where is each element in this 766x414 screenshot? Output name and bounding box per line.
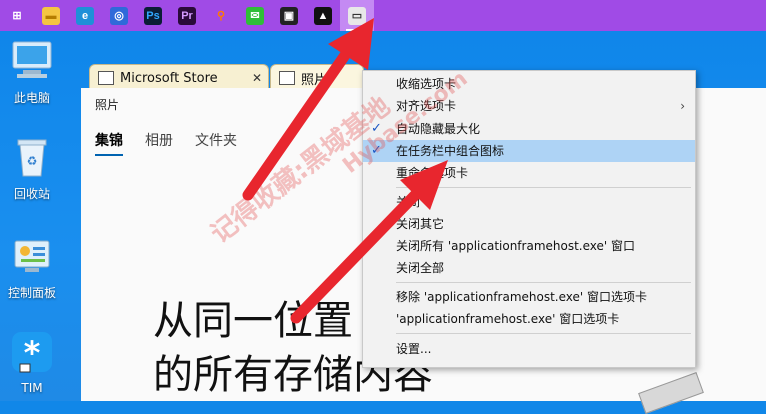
taskbar-button-8[interactable]: ✉ <box>238 0 272 31</box>
menu-item-close-others[interactable]: 关闭其它 <box>363 213 695 235</box>
menu-separator <box>396 282 691 283</box>
menu-item-label: 'applicationframehost.exe' 窗口选项卡 <box>396 312 620 326</box>
taskbar: ⊞ ▬ e ◎ Ps Pr ⚲ ✉ ▣ ▲ ▭ <box>0 0 766 31</box>
windows-start-icon: ⊞ <box>8 6 26 25</box>
app-title: 照片 <box>95 98 120 112</box>
taskbar-button-4[interactable]: ◎ <box>102 0 136 31</box>
chevron-right-icon: › <box>680 99 685 113</box>
desktop-icon-label: TIM <box>21 381 43 395</box>
app-blue-icon: ◎ <box>110 6 128 25</box>
photoshop-icon: Ps <box>144 6 162 25</box>
checkmark-icon: ✓ <box>371 143 382 158</box>
menu-item-label: 在任务栏中组合图标 <box>396 144 505 158</box>
menu-item-autohide-maximize[interactable]: ✓ 自动隐藏最大化 <box>363 118 695 140</box>
menu-item-label: 设置... <box>396 342 432 356</box>
svg-text:♻: ♻ <box>27 154 38 168</box>
menu-item-label: 关闭全部 <box>396 261 445 275</box>
app-nav: 集锦 相册 文件夹 <box>95 130 237 156</box>
desktop-icon-recycle-bin[interactable]: ♻ 回收站 <box>0 136 64 202</box>
control-panel-icon <box>0 237 64 280</box>
wechat-icon: ✉ <box>246 6 264 25</box>
tim-app-icon: * <box>0 330 64 377</box>
taskbar-button-10[interactable]: ▲ <box>306 0 340 31</box>
photos-icon: ▲ <box>314 6 332 25</box>
store-bag-icon: ▣ <box>280 6 298 25</box>
menu-item-window-tab[interactable]: 'applicationframehost.exe' 窗口选项卡 <box>363 308 695 330</box>
menu-item-rename-tab[interactable]: 重命名选项卡 <box>363 162 695 184</box>
checkmark-icon: ✓ <box>371 121 382 136</box>
menu-item-label: 移除 'applicationframehost.exe' 窗口选项卡 <box>396 290 648 304</box>
taskbar-button-9[interactable]: ▣ <box>272 0 306 31</box>
menu-item-align-tabs[interactable]: 对齐选项卡 › <box>363 95 695 117</box>
tab-photos[interactable]: 照片 <box>270 64 364 91</box>
tab-label: 照片 <box>301 72 328 88</box>
context-menu: 收缩选项卡 对齐选项卡 › ✓ 自动隐藏最大化 ✓ 在任务栏中组合图标 重命名选… <box>362 70 696 368</box>
menu-item-label: 关闭所有 'applicationframehost.exe' 窗口 <box>396 239 636 253</box>
menu-item-label: 对齐选项卡 <box>396 99 457 113</box>
file-explorer-icon: ▬ <box>42 6 60 25</box>
tab-microsoft-store[interactable]: Microsoft Store ✕ <box>89 64 269 91</box>
nav-folders[interactable]: 文件夹 <box>195 130 237 150</box>
taskbar-button-1[interactable]: ⊞ <box>0 0 34 31</box>
nav-albums[interactable]: 相册 <box>145 130 173 150</box>
menu-item-settings[interactable]: 设置... <box>363 338 695 360</box>
menu-item-label: 关闭其它 <box>396 217 445 231</box>
desktop-icon-this-pc[interactable]: 此电脑 <box>0 40 64 106</box>
headline-line1: 从同一位置 <box>153 298 353 344</box>
taskbar-button-2[interactable]: ▬ <box>34 0 68 31</box>
app-frame-icon: ▭ <box>348 6 366 25</box>
menu-item-label: 重命名选项卡 <box>396 166 469 180</box>
menu-item-close-all-app-windows[interactable]: 关闭所有 'applicationframehost.exe' 窗口 <box>363 235 695 257</box>
menu-item-group-taskbar-icons[interactable]: ✓ 在任务栏中组合图标 <box>363 140 695 162</box>
desktop-icon-label: 此电脑 <box>13 91 50 105</box>
taskbar-button-6[interactable]: Pr <box>170 0 204 31</box>
menu-item-shrink-tabs[interactable]: 收缩选项卡 <box>363 73 695 95</box>
menu-separator <box>396 187 691 188</box>
desktop-icon-label: 回收站 <box>13 187 50 201</box>
close-icon[interactable]: ✕ <box>252 71 262 85</box>
tab-label: Microsoft Store <box>120 70 218 86</box>
menu-item-close-all[interactable]: 关闭全部 <box>363 257 695 279</box>
nav-collection[interactable]: 集锦 <box>95 130 123 156</box>
menu-item-label: 关闭 <box>396 195 421 209</box>
computer-icon <box>0 40 64 85</box>
menu-separator <box>396 333 691 334</box>
menu-item-remove-window-tab[interactable]: 移除 'applicationframehost.exe' 窗口选项卡 <box>363 286 695 308</box>
recycle-bin-icon: ♻ <box>0 136 64 181</box>
edge-browser-icon: e <box>76 6 94 25</box>
premiere-icon: Pr <box>178 6 196 25</box>
desktop-icon-control-panel[interactable]: 控制面板 <box>0 237 64 301</box>
desktop-icon-tim[interactable]: * TIM <box>0 330 64 395</box>
taskbar-button-7[interactable]: ⚲ <box>204 0 238 31</box>
menu-item-label: 收缩选项卡 <box>396 77 457 91</box>
taskbar-button-3[interactable]: e <box>68 0 102 31</box>
taskbar-button-11[interactable]: ▭ <box>340 0 374 31</box>
window-tab-icon <box>279 71 295 85</box>
desktop-icon-label: 控制面板 <box>7 286 56 300</box>
menu-item-close[interactable]: 关闭 <box>363 191 695 213</box>
menu-item-label: 自动隐藏最大化 <box>396 122 481 136</box>
taskbar-button-5[interactable]: Ps <box>136 0 170 31</box>
search-tool-icon: ⚲ <box>212 6 230 25</box>
window-tab-icon <box>98 71 114 85</box>
